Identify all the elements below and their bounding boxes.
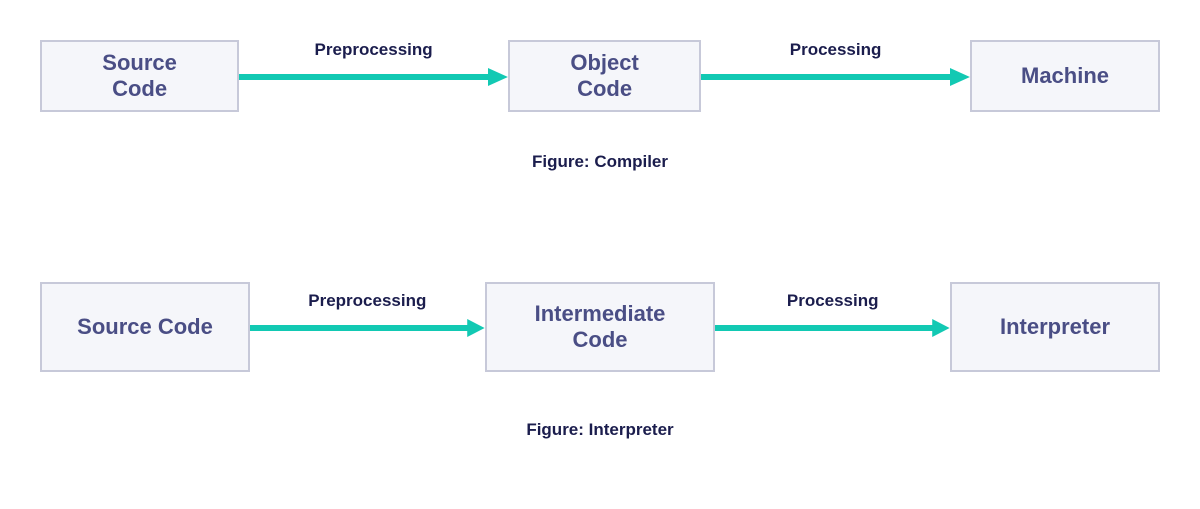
compiler-node-machine: Machine (970, 40, 1160, 112)
compiler-arrow-preprocessing: Preprocessing (239, 40, 508, 112)
interpreter-flow: Source Code Preprocessing Intermediate C… (40, 282, 1160, 372)
interpreter-node-source-code: Source Code (40, 282, 250, 372)
arrow-right-icon (250, 317, 485, 339)
compiler-caption: Figure: Compiler (40, 152, 1160, 172)
interpreter-arrow-preprocessing-label: Preprocessing (308, 291, 426, 311)
interpreter-caption: Figure: Interpreter (40, 420, 1160, 440)
interpreter-arrow-preprocessing: Preprocessing (250, 291, 485, 363)
interpreter-arrow-processing: Processing (715, 291, 950, 363)
arrow-right-icon (715, 317, 950, 339)
arrow-right-icon (701, 66, 970, 88)
arrow-right-icon (239, 66, 508, 88)
compiler-node-source-code: Source Code (40, 40, 239, 112)
interpreter-arrow-processing-label: Processing (787, 291, 879, 311)
compiler-node-object-code: Object Code (508, 40, 701, 112)
compiler-arrow-processing-label: Processing (790, 40, 882, 60)
interpreter-node-interpreter: Interpreter (950, 282, 1160, 372)
interpreter-node-intermediate-code: Intermediate Code (485, 282, 716, 372)
compiler-flow: Source Code Preprocessing Object Code Pr… (40, 40, 1160, 112)
compiler-arrow-processing: Processing (701, 40, 970, 112)
compiler-arrow-preprocessing-label: Preprocessing (315, 40, 433, 60)
